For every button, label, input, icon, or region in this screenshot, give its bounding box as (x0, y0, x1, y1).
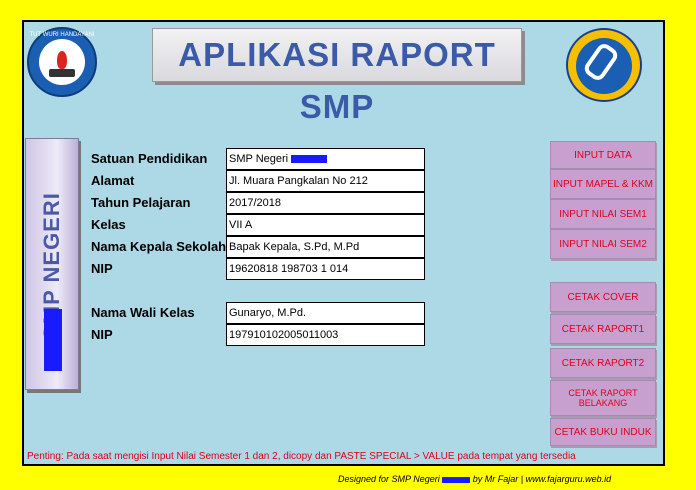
footer-credit: Designed for SMP Negeri by Mr Fajar | ww… (338, 474, 612, 484)
label-wali-kelas: Nama Wali Kelas (91, 305, 195, 320)
label-tahun-pelajaran: Tahun Pelajaran (91, 195, 191, 210)
input-nilai-sem2-button[interactable]: INPUT NILAI SEM2 (550, 229, 656, 259)
field-tahun-pelajaran[interactable]: 2017/2018 (226, 192, 425, 214)
field-kelas[interactable]: VII A (226, 214, 425, 236)
label-kelas: Kelas (91, 217, 126, 232)
cetak-raport-belakang-button[interactable]: CETAK RAPORT BELAKANG (550, 380, 656, 416)
label-satuan-pendidikan: Satuan Pendidikan (91, 151, 208, 166)
field-alamat[interactable]: Jl. Muara Pangkalan No 212 (226, 170, 425, 192)
field-kepala-sekolah[interactable]: Bapak Kepala, S.Pd, M.Pd (226, 236, 425, 258)
field-nip-kepala[interactable]: 19620818 198703 1 014 (226, 258, 425, 280)
logo-text: TUT WURI HANDAYANI (29, 32, 95, 38)
label-kepala-sekolah: Nama Kepala Sekolah (91, 239, 226, 254)
label-nip-wali: NIP (91, 327, 113, 342)
tut-wuri-handayani-logo: TUT WURI HANDAYANI (27, 27, 97, 97)
input-nilai-sem1-button[interactable]: INPUT NILAI SEM1 (550, 199, 656, 229)
field-wali-kelas[interactable]: Gunaryo, M.Pd. (226, 302, 425, 324)
cetak-raport2-button[interactable]: CETAK RAPORT2 (550, 348, 656, 378)
input-mapel-kkm-button[interactable]: INPUT MAPEL & KKM (550, 169, 656, 199)
cetak-raport1-button[interactable]: CETAK RAPORT1 (550, 314, 656, 344)
cetak-buku-induk-button[interactable]: CETAK BUKU INDUK (550, 418, 656, 446)
school-logo (566, 28, 642, 102)
school-side-label: SMP NEGERI (25, 138, 79, 390)
field-nip-wali[interactable]: 197910102005011003 (226, 324, 425, 346)
label-alamat: Alamat (91, 173, 135, 188)
redacted-block (291, 155, 328, 164)
label-nip-kepala: NIP (91, 261, 113, 276)
input-data-button[interactable]: INPUT DATA (550, 141, 656, 169)
redacted-block (44, 309, 62, 371)
app-title-banner: APLIKASI RAPORT SMP (152, 28, 522, 125)
redacted-block (442, 476, 471, 483)
cetak-cover-button[interactable]: CETAK COVER (550, 282, 656, 312)
field-satuan-pendidikan[interactable]: SMP Negeri (226, 148, 425, 170)
app-title: APLIKASI RAPORT SMP (178, 36, 496, 125)
important-note: Penting: Pada saat mengisi Input Nilai S… (27, 451, 576, 462)
